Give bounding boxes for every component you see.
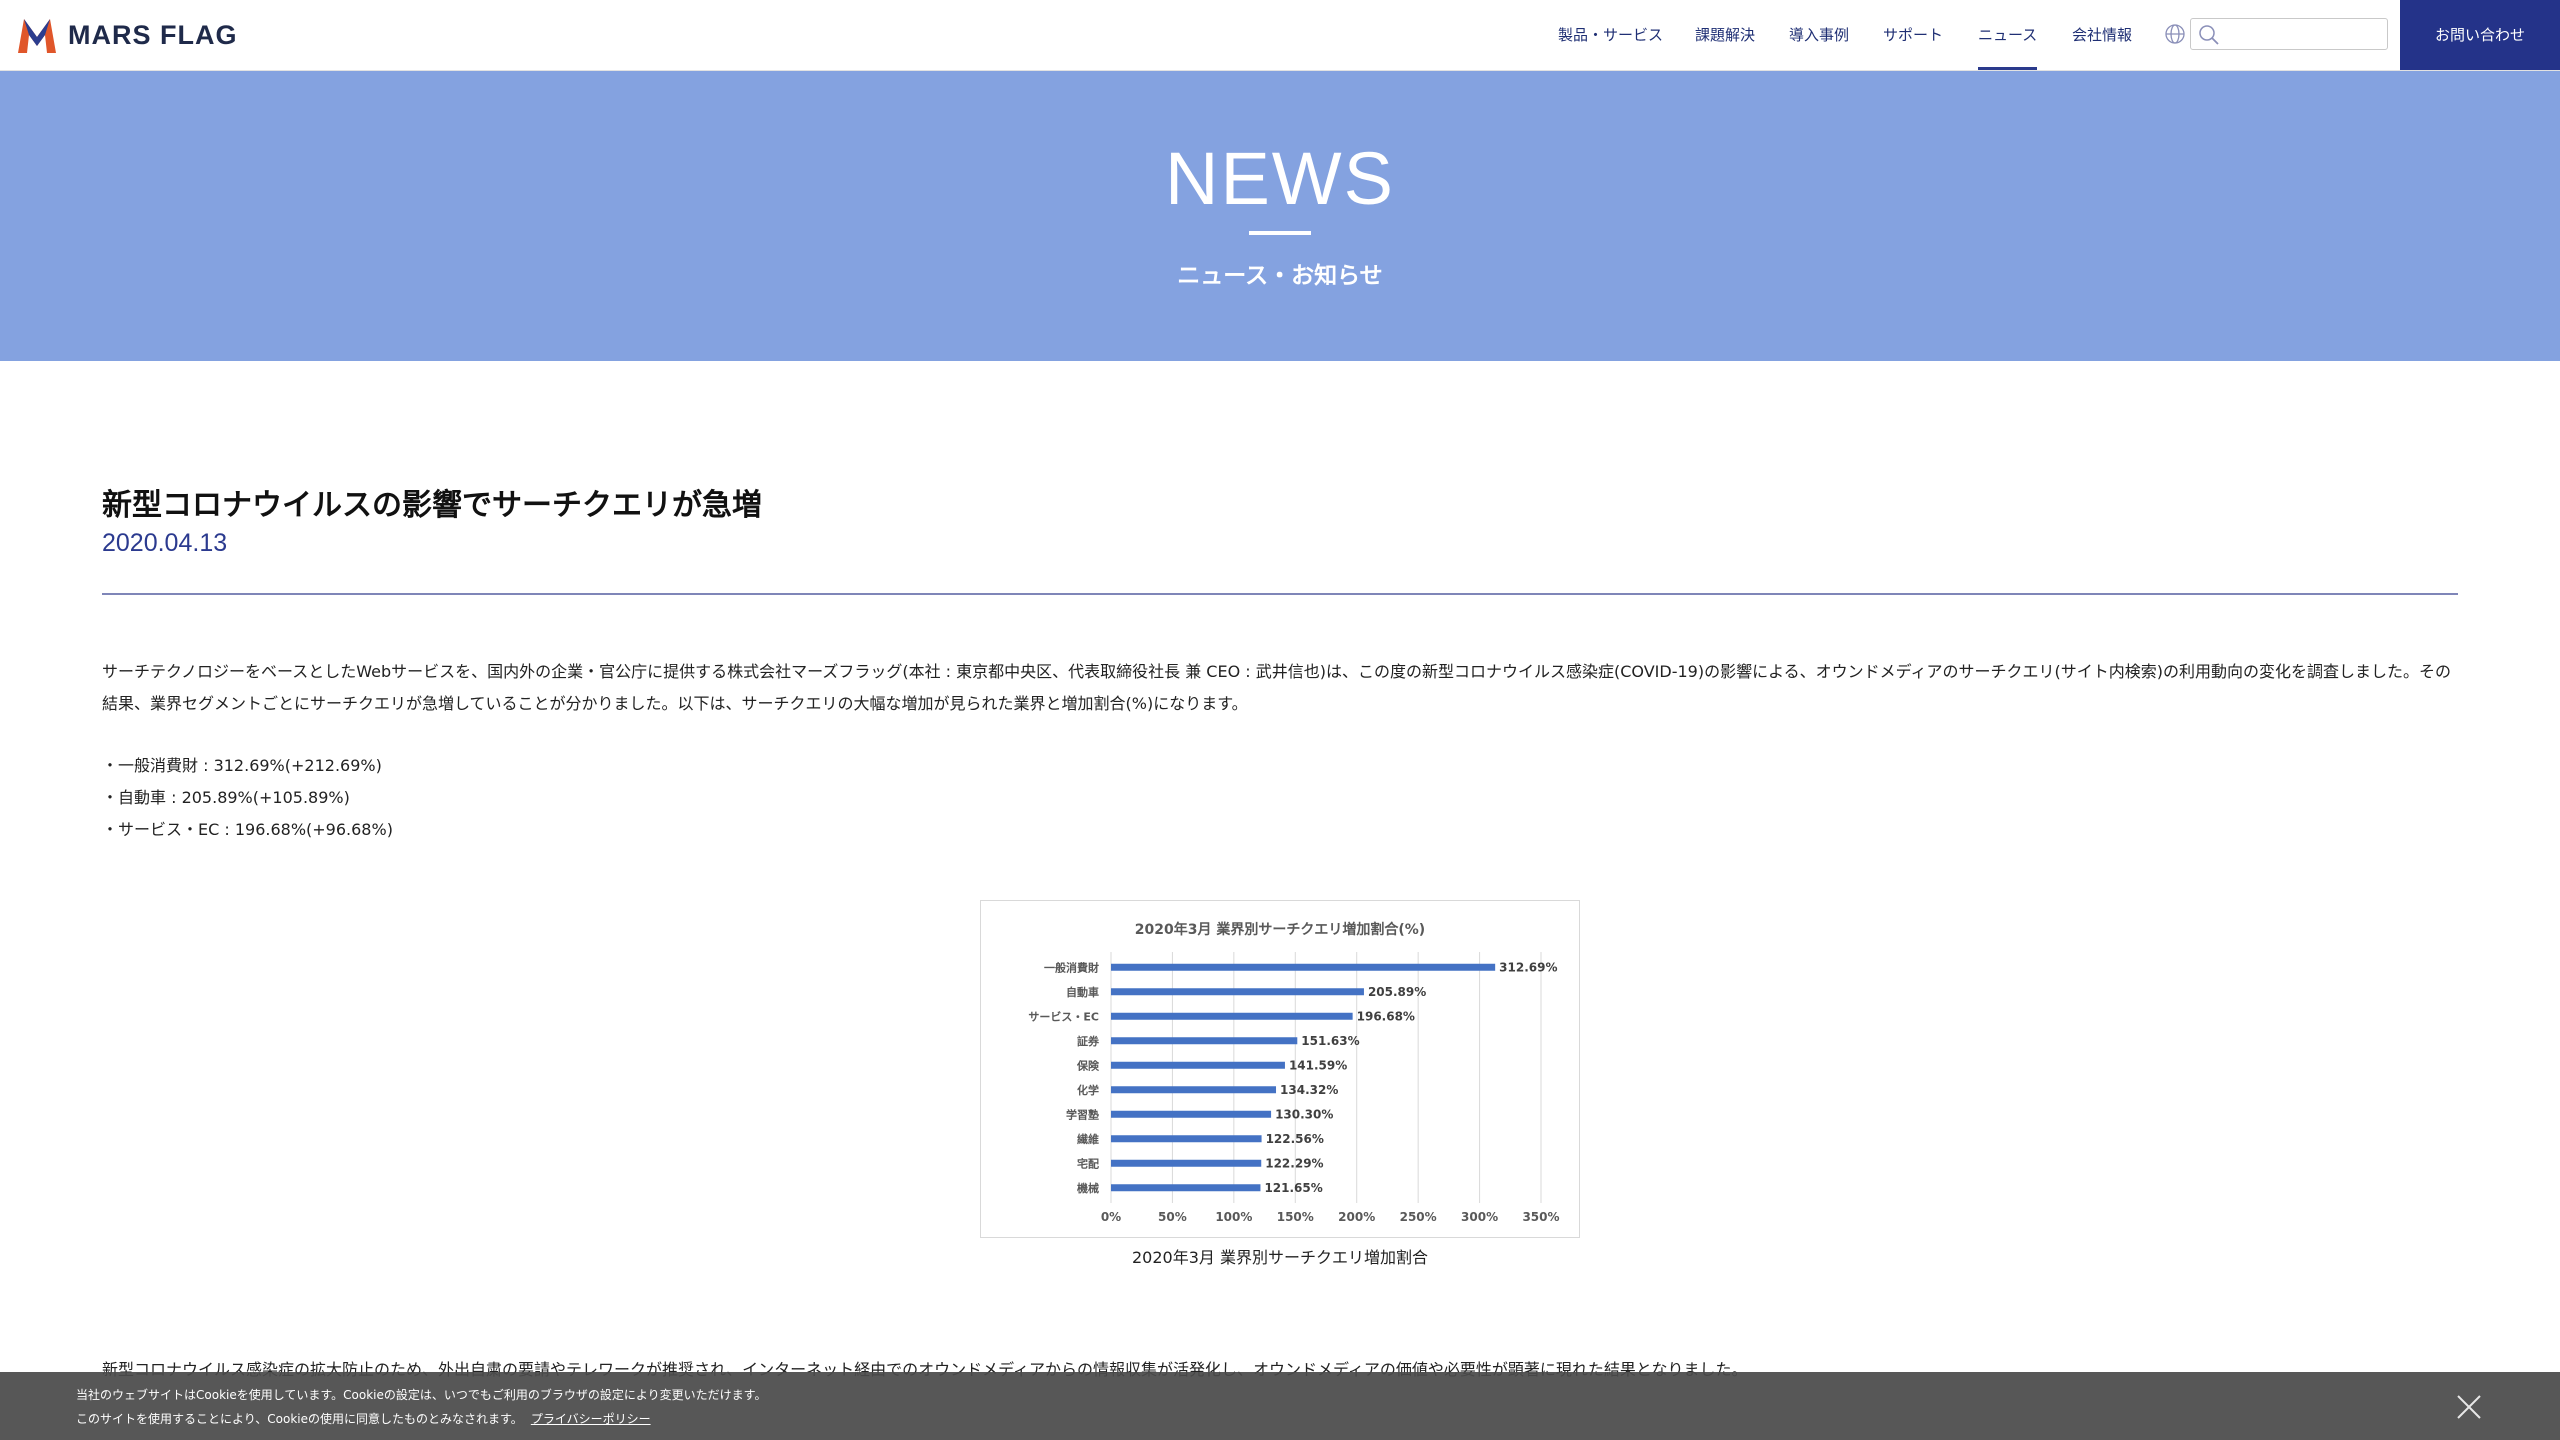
category-label: 宅配 bbox=[1077, 1156, 1099, 1170]
mars-flag-logo-icon bbox=[18, 19, 56, 53]
category-label: 化学 bbox=[1077, 1083, 1099, 1097]
bar bbox=[1111, 963, 1496, 971]
data-label: 134.32% bbox=[1280, 1083, 1338, 1097]
category-label: 学習塾 bbox=[1066, 1107, 1099, 1121]
data-label: 121.65% bbox=[1264, 1181, 1322, 1195]
category-label: 繊維 bbox=[1077, 1132, 1099, 1146]
chart-caption: 2020年3月 業界別サーチクエリ増加割合 bbox=[1132, 1248, 1428, 1267]
bar bbox=[1111, 1086, 1277, 1094]
article-paragraph-1: サーチテクノロジーをベースとしたWebサービスを、国内外の企業・官公庁に提供する… bbox=[102, 662, 2451, 713]
category-label: 一般消費財 bbox=[1044, 960, 1099, 974]
article-title: 新型コロナウイルスの影響でサーチクエリが急増 bbox=[102, 488, 762, 523]
category-label: サービス・EC bbox=[1028, 1009, 1099, 1023]
globe-icon[interactable] bbox=[2164, 23, 2186, 45]
data-label: 141.59% bbox=[1289, 1058, 1347, 1072]
bar bbox=[1111, 1037, 1298, 1045]
data-label: 130.30% bbox=[1275, 1107, 1333, 1121]
data-label: 312.69% bbox=[1499, 960, 1557, 974]
nav-solutions[interactable]: 課題解決 bbox=[1695, 0, 1755, 70]
article-date: 2020.04.13 bbox=[102, 529, 228, 557]
bar-chart: 2020年3月 業界別サーチクエリ増加割合(%) 0% 50% 100% 150% 200… bbox=[1028, 921, 1559, 1224]
contact-button[interactable]: お問い合わせ bbox=[2400, 0, 2560, 70]
x-tick-label: 350% bbox=[1522, 1210, 1559, 1224]
hero-banner: NEWS ニュース・お知らせ bbox=[0, 71, 2560, 361]
nav-case-studies[interactable]: 導入事例 bbox=[1789, 0, 1849, 70]
bar bbox=[1111, 1184, 1261, 1192]
cookie-banner: 当社のウェブサイトはCookieを使用しています。Cookieの設定は、いつでも… bbox=[0, 1372, 2560, 1440]
close-icon[interactable] bbox=[2456, 1394, 2482, 1420]
x-tick-label: 250% bbox=[1400, 1210, 1437, 1224]
bullet-item: ・一般消費財 : 312.69%(+212.69%) bbox=[102, 756, 382, 775]
hero-subtitle: ニュース・お知らせ bbox=[1177, 263, 1383, 289]
bullet-item: ・自動車 : 205.89%(+105.89%) bbox=[102, 788, 350, 807]
nav-support[interactable]: サポート bbox=[1883, 0, 1943, 70]
article-divider bbox=[102, 593, 2458, 595]
x-tick-label: 300% bbox=[1461, 1210, 1498, 1224]
search-icon bbox=[2199, 25, 2219, 45]
category-label: 機械 bbox=[1077, 1181, 1099, 1195]
x-tick-label: 100% bbox=[1215, 1210, 1252, 1224]
privacy-policy-link[interactable]: プライバシーポリシー bbox=[531, 1412, 651, 1426]
bullet-item: ・サービス・EC : 196.68%(+96.68%) bbox=[102, 820, 393, 839]
data-label: 196.68% bbox=[1357, 1009, 1415, 1023]
data-label: 151.63% bbox=[1301, 1034, 1359, 1048]
search-input[interactable] bbox=[2225, 23, 2385, 47]
hero-title: NEWS bbox=[1165, 137, 1395, 220]
x-tick-label: 50% bbox=[1158, 1210, 1187, 1224]
bar bbox=[1111, 1012, 1353, 1020]
cookie-text-1: 当社のウェブサイトはCookieを使用しています。Cookieの設定は、いつでも… bbox=[76, 1388, 767, 1402]
x-tick-label: 200% bbox=[1338, 1210, 1375, 1224]
chart-image: 2020年3月 業界別サーチクエリ増加割合(%) 0% 50% 100% 150% 200… bbox=[980, 900, 1580, 1238]
bar bbox=[1111, 1159, 1262, 1167]
x-tick-label: 0% bbox=[1101, 1210, 1121, 1224]
category-label: 自動車 bbox=[1066, 985, 1099, 999]
bar bbox=[1111, 988, 1364, 996]
chart-title: 2020年3月 業界別サーチクエリ増加割合(%) bbox=[1135, 921, 1425, 938]
data-label: 122.56% bbox=[1266, 1132, 1324, 1146]
logo[interactable]: MARS FLAG bbox=[14, 13, 237, 57]
bar bbox=[1111, 1135, 1262, 1143]
site-header: MARS FLAG 製品・サービス 課題解決 導入事例 サポート ニュース 会社… bbox=[0, 0, 2560, 71]
nav-company[interactable]: 会社情報 bbox=[2072, 0, 2132, 70]
cookie-text-2-wrap: このサイトを使用することにより、Cookieの使用に同意したものとみなされます。… bbox=[76, 1410, 651, 1427]
data-label: 205.89% bbox=[1368, 985, 1426, 999]
category-label: 保険 bbox=[1076, 1058, 1100, 1072]
x-tick-label: 150% bbox=[1277, 1210, 1314, 1224]
data-label: 122.29% bbox=[1265, 1156, 1323, 1170]
brand-name: MARS FLAG bbox=[68, 19, 238, 50]
bar bbox=[1111, 1061, 1285, 1069]
hero-divider bbox=[1249, 231, 1311, 235]
cookie-text-2: このサイトを使用することにより、Cookieの使用に同意したものとみなされます。 bbox=[76, 1412, 523, 1426]
search-box[interactable] bbox=[2190, 18, 2388, 50]
bullet-list: ・一般消費財 : 312.69%(+212.69%) ・自動車 : 205.89… bbox=[102, 750, 393, 846]
bar bbox=[1111, 1110, 1272, 1118]
nav-products[interactable]: 製品・サービス bbox=[1558, 0, 1663, 70]
category-label: 証券 bbox=[1077, 1034, 1100, 1048]
nav-news[interactable]: ニュース bbox=[1978, 0, 2038, 70]
